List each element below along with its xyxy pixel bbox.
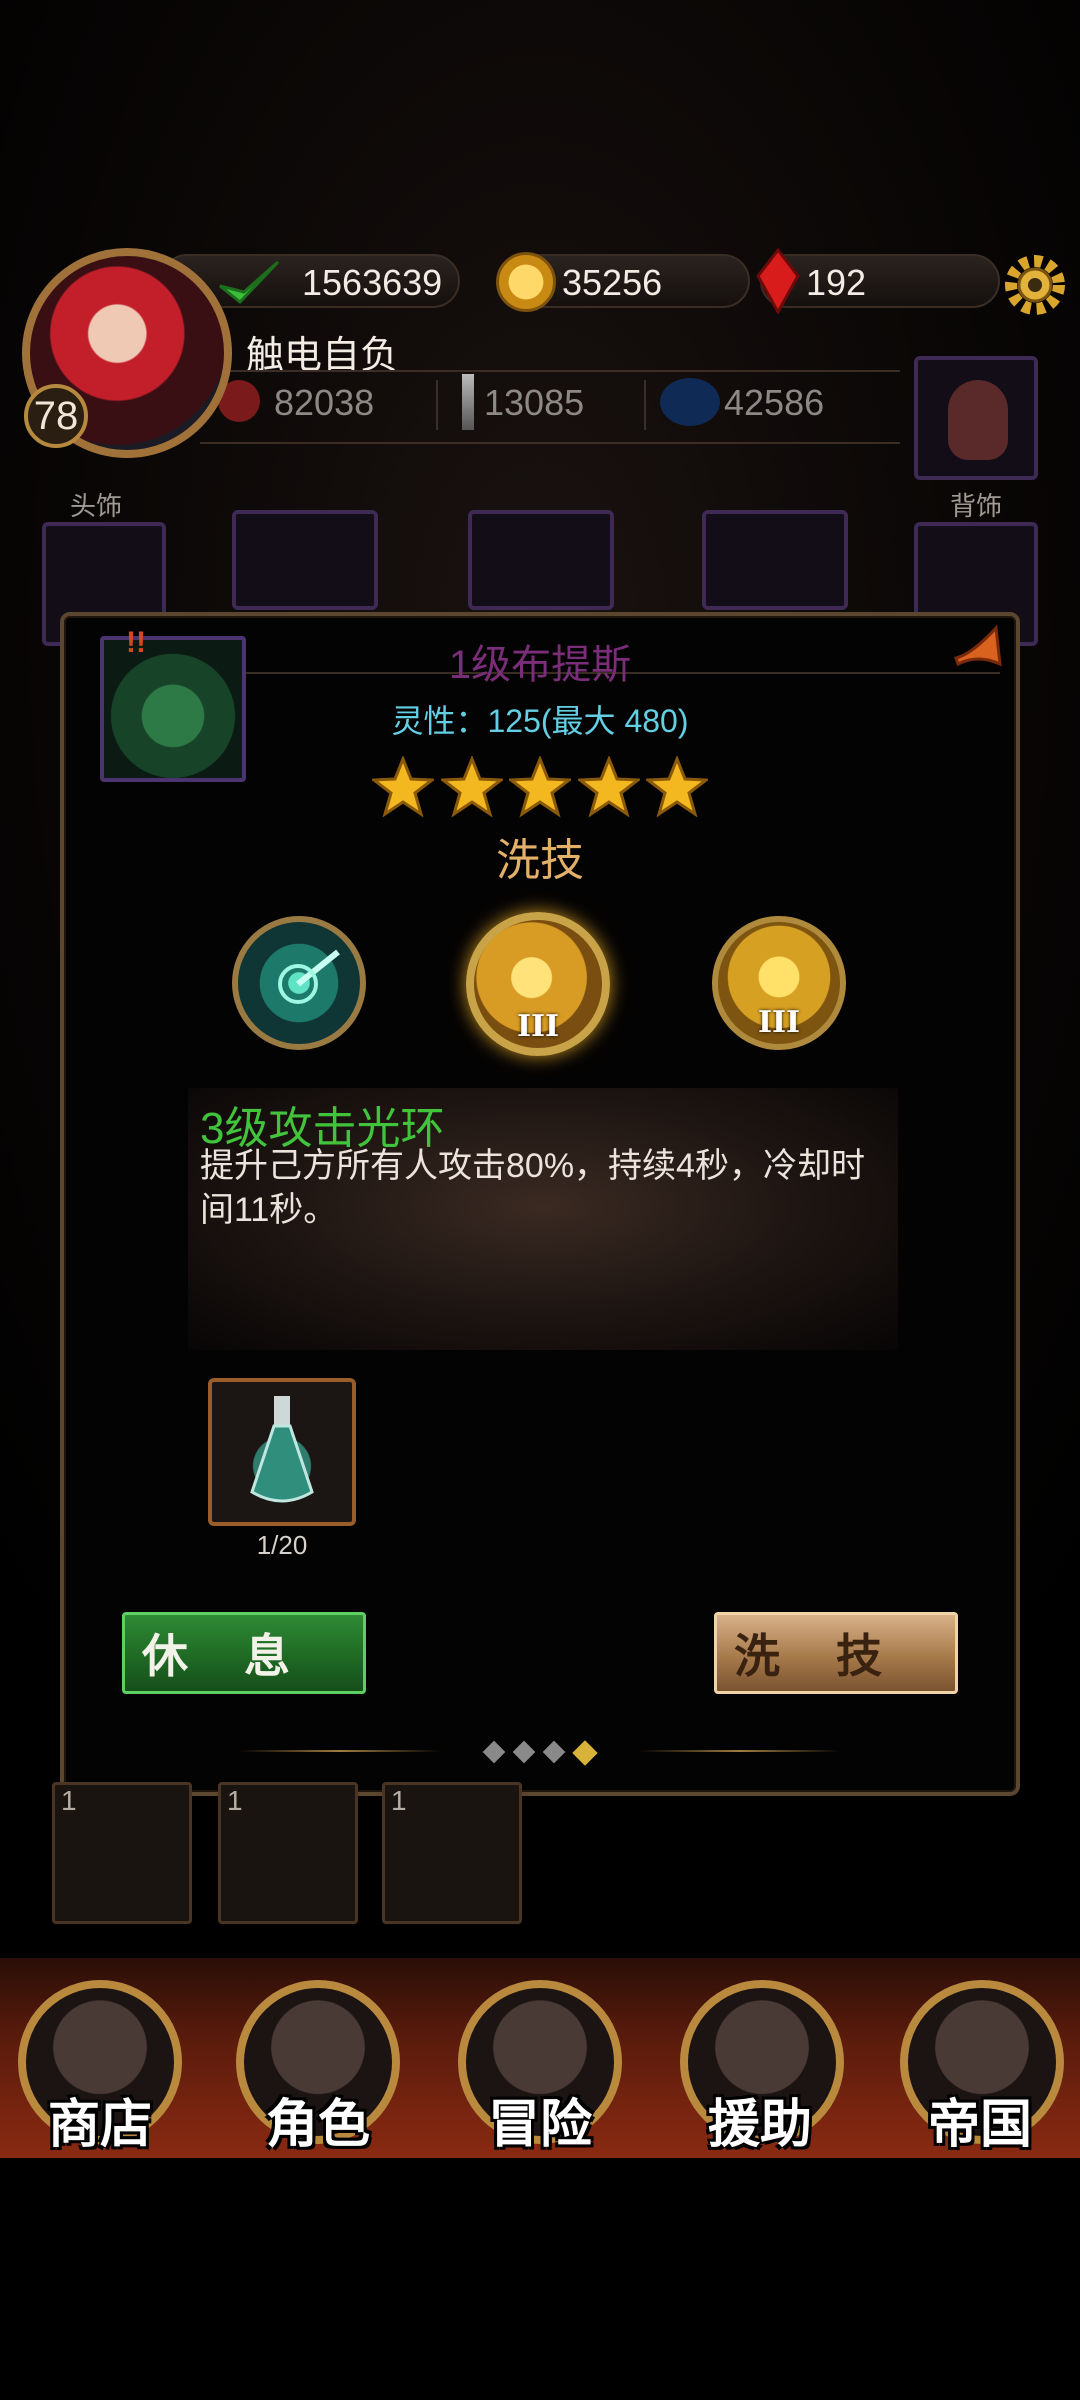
stats-divider — [644, 380, 646, 430]
roster-count: 1 — [391, 1785, 407, 1816]
player-level-badge: 78 — [24, 384, 88, 448]
roster-card[interactable]: 1 — [382, 1782, 522, 1924]
back-slot[interactable] — [914, 356, 1038, 480]
equip-slot[interactable] — [232, 510, 378, 610]
roster-card[interactable]: 1 — [52, 1782, 192, 1924]
nav-empire-label[interactable]: 帝国 — [880, 2082, 1080, 2157]
potion-icon — [250, 1396, 314, 1503]
wash-skill-button[interactable]: 洗技 — [714, 1612, 958, 1694]
settings-gear-icon[interactable] — [1000, 250, 1070, 320]
mana-icon — [660, 378, 720, 426]
equip-slot[interactable] — [468, 510, 614, 610]
rest-button[interactable]: 休息 — [122, 1612, 366, 1694]
head-slot-label: 头饰 — [70, 491, 123, 521]
star-icon — [372, 756, 434, 818]
star-rating — [372, 756, 708, 822]
roster-count: 1 — [227, 1785, 243, 1816]
star-icon — [646, 756, 708, 818]
stats-divider — [436, 380, 438, 430]
shield-skill-icon[interactable]: III — [712, 916, 846, 1050]
gems-value: 192 — [806, 262, 867, 303]
potion-count: 1/20 — [256, 1530, 308, 1560]
cloak-icon — [948, 380, 1008, 460]
roster-card[interactable]: 1 — [218, 1782, 358, 1924]
nav-character-label[interactable]: 角色 — [218, 2082, 418, 2157]
nav-assist-label[interactable]: 援助 — [660, 2082, 860, 2157]
attack-value: 13085 — [484, 382, 585, 423]
skill-tier: III — [757, 1005, 801, 1040]
potion-item-slot[interactable] — [208, 1378, 356, 1526]
radar-skill-icon[interactable] — [232, 916, 366, 1050]
attack-aura-skill-icon[interactable]: III — [466, 912, 610, 1056]
pager-line — [240, 1750, 440, 1752]
energy-value: 1563639 — [302, 262, 443, 303]
coins-value: 35256 — [562, 262, 663, 303]
horn-icon[interactable] — [952, 624, 1004, 668]
equip-slot[interactable] — [702, 510, 848, 610]
spirit-stat: 灵性：125(最大 480) — [391, 703, 689, 739]
pager-line — [640, 1750, 840, 1752]
back-slot-label: 背饰 — [950, 491, 1003, 521]
coin-icon — [496, 252, 556, 312]
star-icon — [509, 756, 571, 818]
gem-icon — [756, 247, 800, 316]
roster-count: 1 — [61, 1785, 77, 1816]
skill-description: 提升己方所有人攻击80%，持续4秒，冷却时间11秒。 — [200, 1147, 865, 1229]
nav-adventure-label[interactable]: 冒险 — [440, 2082, 640, 2157]
mana-value: 42586 — [724, 382, 825, 423]
health-value: 82038 — [274, 382, 375, 423]
nav-shop-label[interactable]: 商店 — [0, 2082, 200, 2157]
sword-icon — [462, 374, 474, 430]
star-icon — [440, 756, 503, 818]
energy-icon — [216, 256, 282, 308]
star-icon — [577, 756, 640, 818]
wash-section-label: 洗技 — [496, 836, 584, 885]
skill-tier: III — [516, 1009, 560, 1044]
alert-mark: !! — [126, 626, 146, 659]
